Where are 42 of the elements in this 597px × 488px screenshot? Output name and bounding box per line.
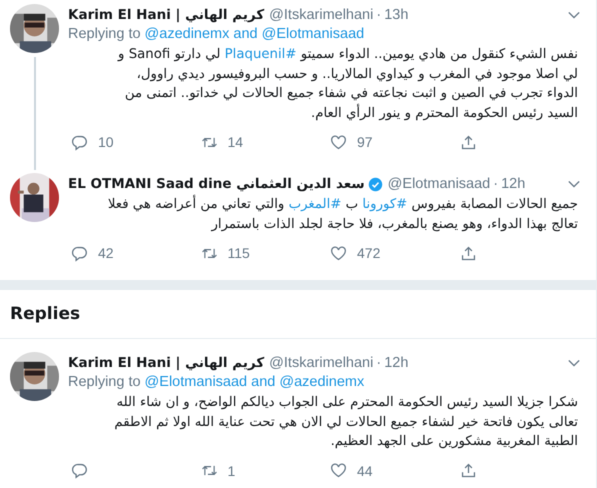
heart-icon[interactable] [330,244,347,262]
chevron-down-icon[interactable] [568,180,580,188]
reply-count: 42 [98,245,114,261]
handle[interactable]: @Elotmanisaad [388,176,490,192]
separator-dot: · [376,355,382,371]
retweet-count: 14 [228,134,244,150]
like-count: 97 [357,134,373,150]
handle[interactable]: @Itskarimelhani [269,355,374,371]
timestamp[interactable]: 12h [501,176,526,192]
retweet-count: 115 [228,245,250,261]
replying-label: Replying to [68,26,141,44]
timestamp[interactable]: 12h [384,355,408,371]
share-icon[interactable] [460,462,476,479]
reply-icon[interactable] [71,462,88,479]
hashtag-link[interactable]: #المغرب [288,197,342,212]
heart-icon[interactable] [330,462,347,479]
display-name[interactable]: EL OTMANI Saad dine سعد الدين العثماني [68,176,365,192]
handle[interactable]: @Itskarimelhani [269,7,374,23]
reply-count: 10 [98,134,114,150]
section-title: Replies [10,304,80,324]
hashtag-link[interactable]: #Plaquenil [224,47,297,62]
display-name[interactable]: Karim El Hani | كريم الهاني [68,355,264,371]
tweet-text: جميع الحالات المصابة بفيروس #كورونا ب #المغرب والتي تعاني من أعراضه هي فعلا تعالج بهذا الدواء، وهو يصنع بالمغرب، فلا حاجة لجلد الذات باستمرار [68,195,586,234]
chevron-down-icon[interactable] [568,359,580,367]
hashtag-link[interactable]: #كورونا [362,197,408,212]
timestamp[interactable]: 13h [384,7,408,23]
heart-icon[interactable] [330,134,347,150]
tweet-text: شكرا جزيلا السيد رئيس الحكومة المحترم على الجواب ديالكم الواضح، و ان شاء الله تعالى يكون فاتحة خير لشفاء جميع الحالات لي الان هي تحت عناية الله اولا ثم الاطقم الطبية المغربية مشكورين على الجهد العظيم. [113,394,579,451]
separator-dot: · [493,176,498,192]
reply-icon[interactable] [71,244,88,262]
share-icon[interactable] [460,244,476,262]
like-count: 44 [357,462,373,478]
reply-icon[interactable] [71,134,88,150]
chevron-down-icon[interactable] [568,11,580,19]
mention-link[interactable]: @Elotmanisaad and @azedinemx [144,374,364,393]
share-icon[interactable] [460,134,476,150]
replying-label: Replying to [68,374,141,392]
separator-dot: · [376,7,382,23]
like-count: 472 [357,245,380,261]
mention-link[interactable]: @azedinemx and @Elotmanisaad [144,26,364,45]
display-name[interactable]: Karim El Hani | كريم الهاني [68,7,264,23]
retweet-count: 1 [228,462,236,478]
